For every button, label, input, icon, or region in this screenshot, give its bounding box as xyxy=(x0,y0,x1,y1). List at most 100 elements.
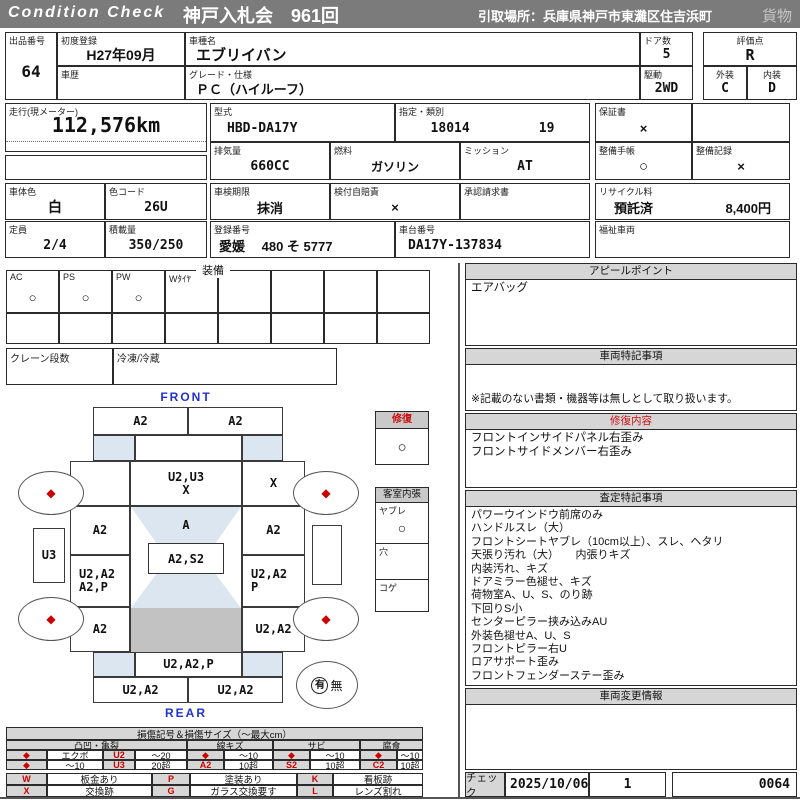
class-number: 19 xyxy=(538,120,555,136)
serial-number-cell: 0064 xyxy=(672,772,797,797)
vehicle-change-title: 車両変更情報 xyxy=(466,689,796,705)
center-roof-column: A A2,S2 xyxy=(130,506,242,653)
check-label-cell: チェック xyxy=(465,772,505,799)
key-p: P xyxy=(152,773,190,785)
assessment-notes-title: 査定特記事項 xyxy=(466,491,796,507)
wheel-mark-icon: ◆ xyxy=(46,612,56,626)
equipment-cell-empty xyxy=(6,313,59,344)
repair-details-section: 修復内容 フロントインサイドパネル右歪み フロントサイドメンバー右歪み xyxy=(465,413,797,488)
diamond-icon: ◆ xyxy=(360,750,397,760)
repair-details-body: フロントインサイドパネル右歪み フロントサイドメンバー右歪み xyxy=(471,432,644,458)
circle-mark: ○ xyxy=(81,289,90,305)
wheel-front-left: ◆ xyxy=(18,471,84,515)
rear-corner-left xyxy=(93,652,135,677)
appeal-points-body: エアバッグ xyxy=(471,282,529,294)
cowl-panel: U2,U3 X xyxy=(130,461,242,506)
front-bumper-left: A2 xyxy=(93,407,188,435)
auction-sheet: Condition Check 神戸入札会 961回 引取場所：兵庫県神戸市東灘… xyxy=(0,0,800,800)
wheel-mark-icon: ◆ xyxy=(46,486,56,500)
cabin-lining-title: 客室内張 xyxy=(376,488,428,503)
circle-mark: ○ xyxy=(134,289,143,305)
circle-mark: ○ xyxy=(397,520,407,536)
check-count-cell: 1 xyxy=(589,772,666,797)
legend-title: 損傷記号＆損傷サイズ（～最大cm） xyxy=(6,727,423,740)
first-registration-cell: 初度登録 H27年09月 xyxy=(57,32,185,66)
key-g: G xyxy=(152,785,190,797)
lot-number-cell: 出品番号 64 xyxy=(5,32,57,100)
chassis-number-cell: 車台番号 DA17Y-137834 xyxy=(395,221,590,258)
spare-yes-mark: 有 xyxy=(311,676,329,694)
windshield: A xyxy=(131,507,241,543)
roof-panel: A2,S2 xyxy=(148,543,224,574)
key-x: X xyxy=(6,785,47,797)
equipment-cell-empty xyxy=(112,313,165,344)
equipment-cell-ac: AC ○ xyxy=(6,270,59,313)
insurance-cell: 検付自賠責 × xyxy=(330,183,460,220)
interior-grade-cell: 内装 D xyxy=(747,66,797,100)
equipment-cell-empty xyxy=(324,270,377,313)
displacement-cell: 排気量 660CC xyxy=(210,142,330,180)
history-cell: 車歴 xyxy=(57,66,185,100)
rear-bumper-right: U2,A2 xyxy=(188,677,283,703)
check-date-cell: 2025/10/06 xyxy=(505,772,589,797)
rear-glass xyxy=(131,574,241,608)
cabin-hole-cell: 穴 xyxy=(376,544,428,580)
pickup-location: 引取場所：兵庫県神戸市東灘区住吉浜町 xyxy=(478,9,713,24)
spare-no-mark: 無 xyxy=(330,678,343,693)
model-code-cell: 型式 HBD-DA17Y xyxy=(210,103,395,142)
vehicle-notes-title: 車両特記事項 xyxy=(466,349,796,365)
condition-check-logo: Condition Check xyxy=(8,4,166,21)
vehicle-change-section: 車両変更情報 xyxy=(465,688,797,770)
equipment-cell-ps: PS ○ xyxy=(59,270,112,313)
bottom-border xyxy=(0,797,800,799)
repair-details-title: 修復内容 xyxy=(466,414,796,430)
rocker-right xyxy=(312,525,342,585)
crane-stages-cell: クレーン段数 xyxy=(6,348,113,385)
spare-tire-indicator: 有 無 xyxy=(296,661,358,709)
equipment-cell-empty xyxy=(165,313,218,344)
wheel-mark-icon: ◆ xyxy=(321,486,331,500)
repair-flag-title: 修復 xyxy=(376,412,428,429)
rear-label: REAR xyxy=(164,706,207,720)
circle-mark: ○ xyxy=(397,438,407,456)
cabin-burn-cell: コゲ xyxy=(379,583,398,593)
slide-door-left: U2,A2 A2,P xyxy=(70,555,130,607)
appeal-points-section: アピールポイント エアバッグ xyxy=(465,263,797,346)
body-color-cell: 車体色 白 xyxy=(5,183,105,220)
inspection-expiry-cell: 車検期限 抹消 xyxy=(210,183,330,220)
capacity-cell: 定員 2/4 xyxy=(5,221,105,258)
circle-mark: ○ xyxy=(28,289,37,305)
vehicle-category: 貨物 xyxy=(761,8,792,25)
recycle-amount: 8,400円 xyxy=(725,200,771,216)
diamond-icon: ◆ xyxy=(6,750,47,760)
diamond-icon: ◆ xyxy=(6,760,47,770)
equipment-cell-empty xyxy=(218,313,271,344)
recycle-status: 預託済 xyxy=(614,200,654,216)
recycle-fee-cell: リサイクル料 預託済 8,400円 xyxy=(595,183,790,220)
equipment-cell-empty xyxy=(59,313,112,344)
warranty-cell: 保証書 × xyxy=(595,103,692,142)
cargo-roof-shade xyxy=(131,608,241,653)
color-code-cell: 色コード 26U xyxy=(105,183,207,220)
welfare-vehicle-cell: 福祉車両 xyxy=(595,221,790,258)
diamond-icon: ◆ xyxy=(187,750,224,760)
wheel-mark-icon: ◆ xyxy=(321,612,331,626)
assessment-notes-body: パワーウインドウ前席のみ ハンドルスレ（大） フロントシートヤブレ（10cm以上… xyxy=(471,509,724,682)
rear-bumper-left: U2,A2 xyxy=(93,677,188,703)
key-w: W xyxy=(6,773,47,785)
equipment-cell-empty xyxy=(377,313,430,344)
equipment-cell-pw: PW ○ xyxy=(112,270,165,313)
exterior-grade-cell: 外装 C xyxy=(703,66,747,100)
rear-corner-right xyxy=(242,652,283,677)
equipment-cell-empty xyxy=(377,270,430,313)
wheel-rear-right: ◆ xyxy=(293,597,359,641)
maintenance-record-cell: 整備記録 × xyxy=(692,142,790,180)
front-panel-center xyxy=(135,435,242,461)
auction-title: 神戸入札会 961回 xyxy=(183,6,340,26)
equipment-title: 装備 xyxy=(196,262,230,278)
vehicle-notes-footnote: ※記載のない書類・機器等は無しとして取り扱います。 xyxy=(471,393,738,406)
diamond-icon: ◆ xyxy=(273,750,310,760)
equipment-cell-empty xyxy=(271,313,324,344)
drive-cell: 駆動 2WD xyxy=(640,66,693,100)
front-bumper-right: A2 xyxy=(188,407,283,435)
